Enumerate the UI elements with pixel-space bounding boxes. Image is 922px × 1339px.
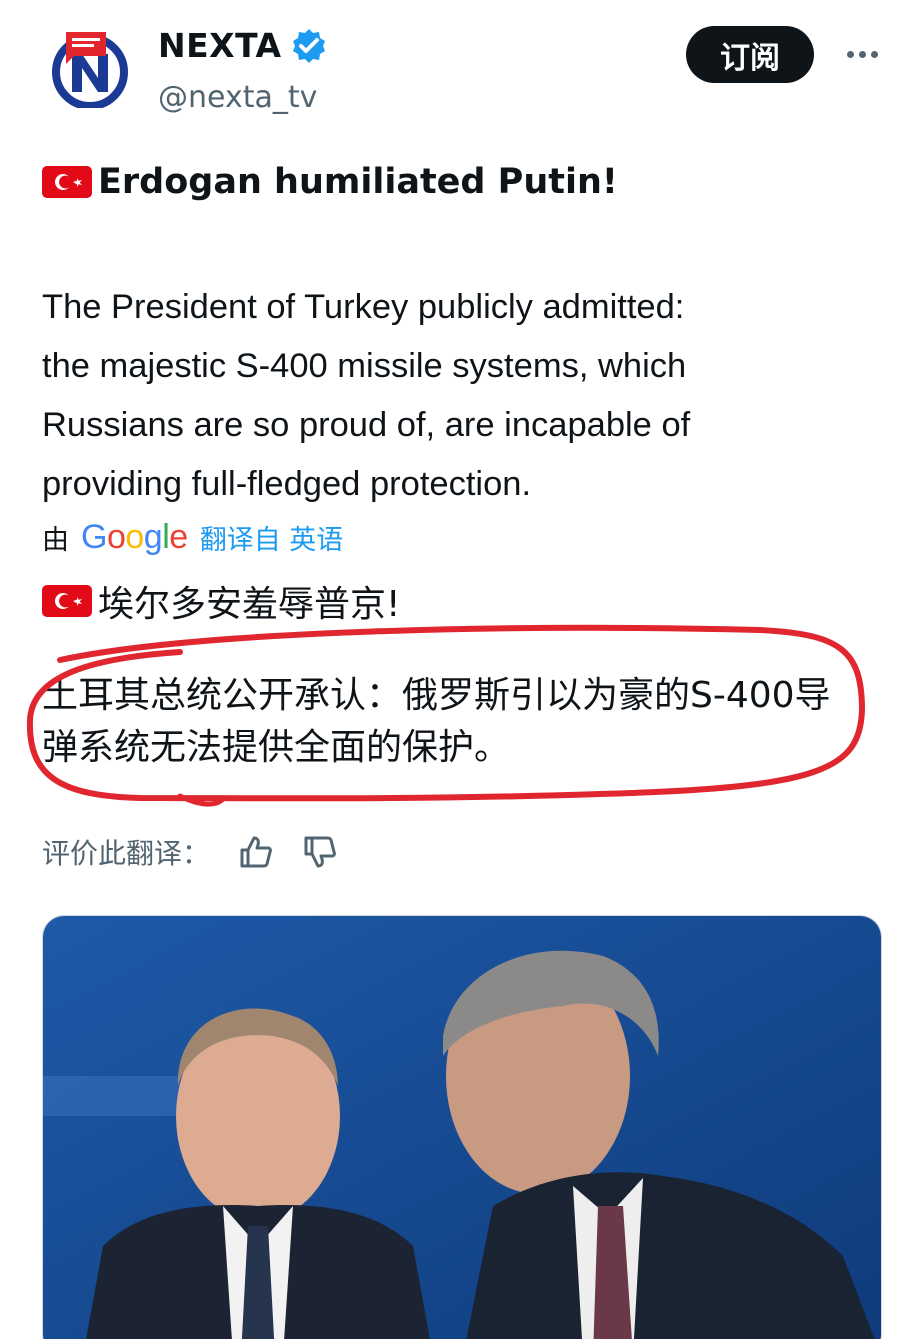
tweet-media-photo[interactable] — [42, 915, 882, 1339]
nexta-logo-icon[interactable] — [52, 30, 128, 110]
translation-by-prefix: 由 — [42, 525, 69, 556]
photo-illustration — [43, 916, 881, 1339]
verified-badge-icon — [290, 27, 328, 65]
translated-headline: 埃尔多安羞辱普京! — [98, 584, 401, 625]
rate-translation-label: 评价此翻译： — [42, 837, 211, 870]
google-logo: Google — [81, 518, 188, 556]
thumbs-down-icon[interactable] — [302, 834, 338, 870]
more-horizontal-icon[interactable] — [840, 36, 884, 72]
tweet-body: The President of Turkey publicly admitte… — [42, 288, 691, 503]
rate-translation-row: 评价此翻译： — [42, 832, 338, 872]
translated-body: 土耳其总统公开承认：俄罗斯引以为豪的S-400导弹系统无法提供全面的保护。 — [42, 675, 831, 768]
tweet-headline: Erdogan humiliated Putin! — [98, 162, 618, 202]
thumbs-up-icon[interactable] — [238, 834, 274, 870]
turkey-flag-icon — [42, 585, 92, 617]
translation-attribution: 由 Google 翻译自 英语 — [42, 518, 343, 557]
account-handle[interactable]: @nexta_tv — [158, 80, 317, 115]
account-name-row[interactable]: NEXTA — [158, 26, 328, 65]
subscribe-button[interactable]: 订阅 — [686, 26, 814, 83]
turkey-flag-icon — [42, 166, 92, 198]
translated-from-link[interactable]: 翻译自 英语 — [200, 518, 344, 557]
tweet-headline-row: Erdogan humiliated Putin! — [42, 162, 618, 202]
tweet-view: NEXTA @nexta_tv 订阅 Erdogan humiliated Pu… — [0, 0, 922, 1339]
translated-headline-row: 埃尔多安羞辱普京! — [42, 575, 400, 627]
display-name[interactable]: NEXTA — [158, 26, 282, 65]
